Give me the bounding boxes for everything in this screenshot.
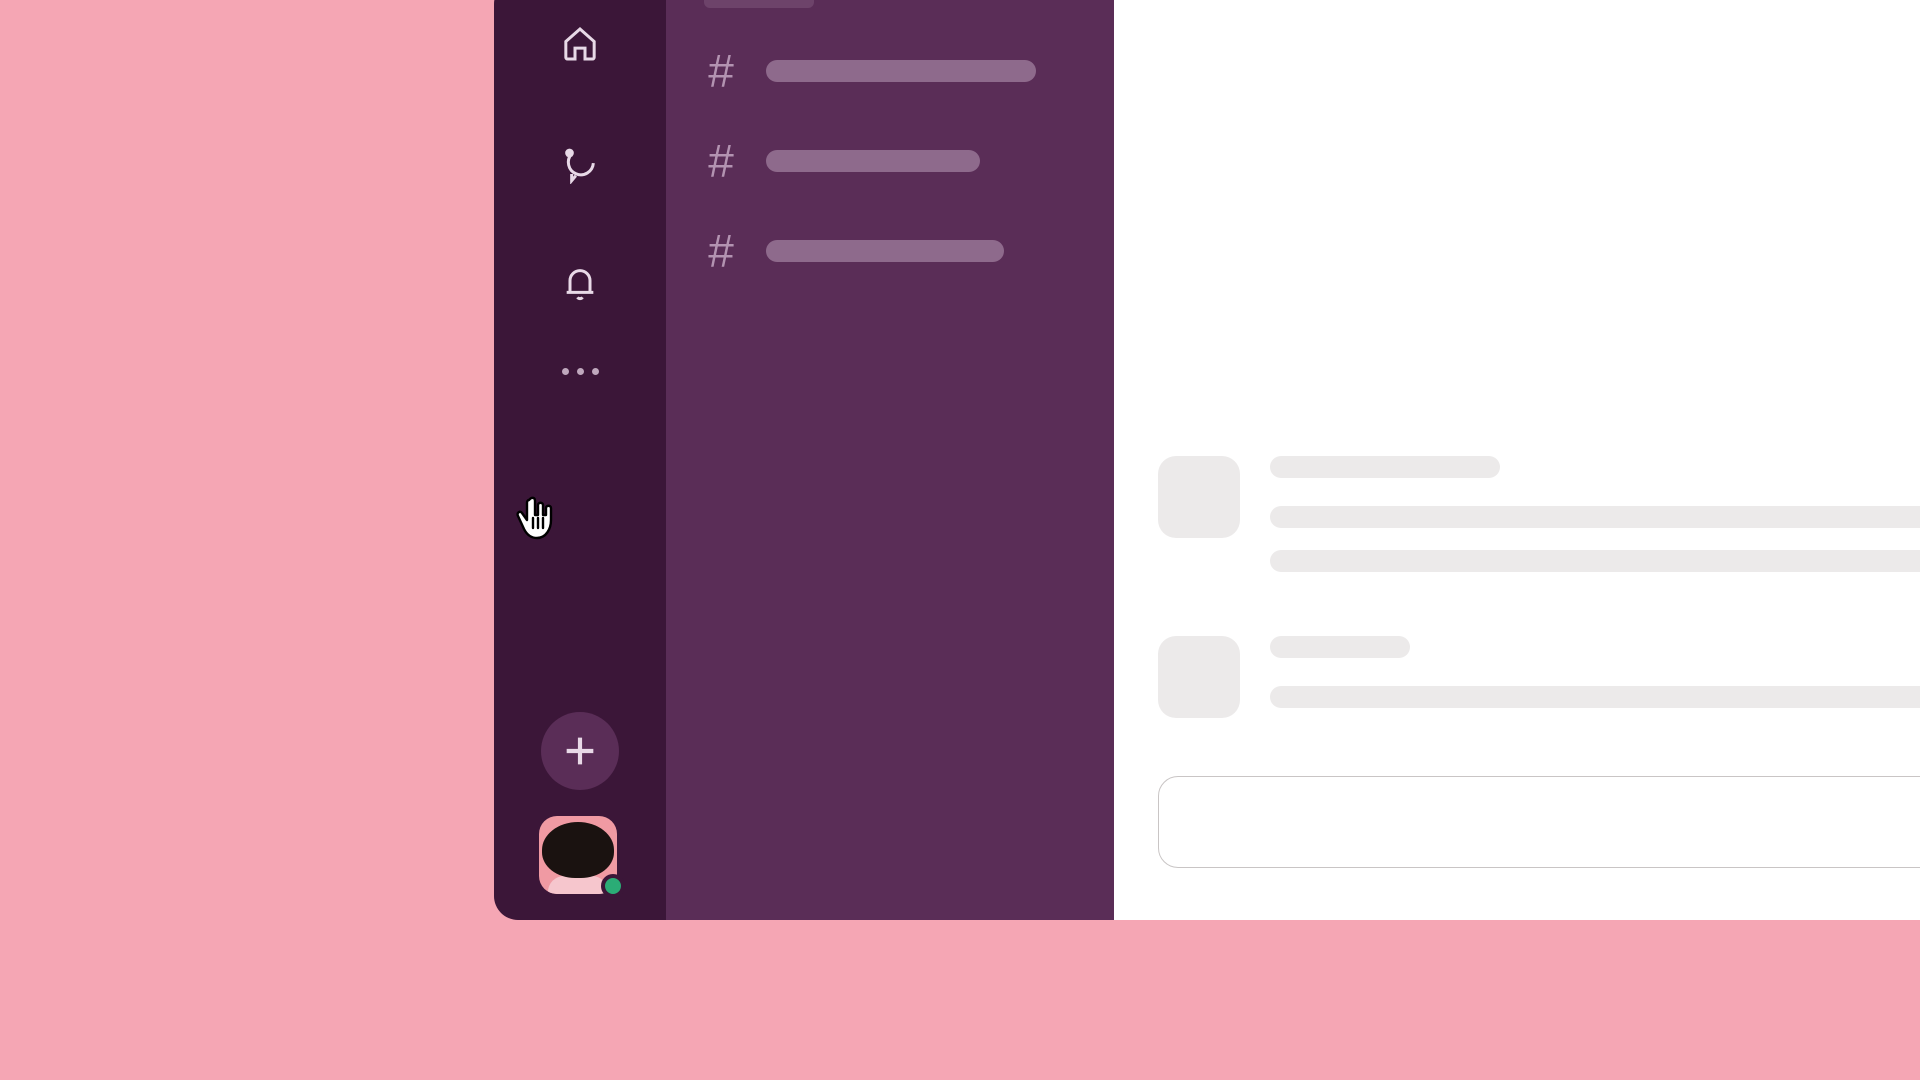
presence-indicator [601,874,625,898]
message-line-skeleton [1270,686,1920,708]
message-avatar-skeleton [1158,636,1240,718]
dms-icon[interactable] [552,136,608,192]
app-window: # # # [494,0,1920,920]
more-icon[interactable] [562,368,599,375]
channel-name-skeleton [766,150,980,172]
message-avatar-skeleton [1158,456,1240,538]
sidebar-header-skeleton [704,0,814,8]
hash-icon: # [704,138,738,184]
message-line-skeleton [1270,550,1920,572]
message-line-skeleton [1270,506,1920,528]
activity-icon[interactable] [552,256,608,312]
hash-icon: # [704,228,738,274]
message-skeleton [1158,636,1920,730]
channel-name-skeleton [766,240,1004,262]
user-avatar[interactable] [539,816,621,894]
home-icon[interactable] [552,16,608,72]
channel-item[interactable]: # [704,228,1076,274]
hash-icon: # [704,48,738,94]
message-composer[interactable] [1158,776,1920,868]
channel-item[interactable]: # [704,138,1076,184]
channel-name-skeleton [766,60,1036,82]
channel-item[interactable]: # [704,48,1076,94]
channel-sidebar: # # # [666,0,1114,920]
message-skeleton [1158,456,1920,594]
nav-rail [494,0,666,920]
message-author-skeleton [1270,636,1410,658]
main-pane [1114,0,1920,920]
compose-button[interactable] [541,712,619,790]
message-author-skeleton [1270,456,1500,478]
